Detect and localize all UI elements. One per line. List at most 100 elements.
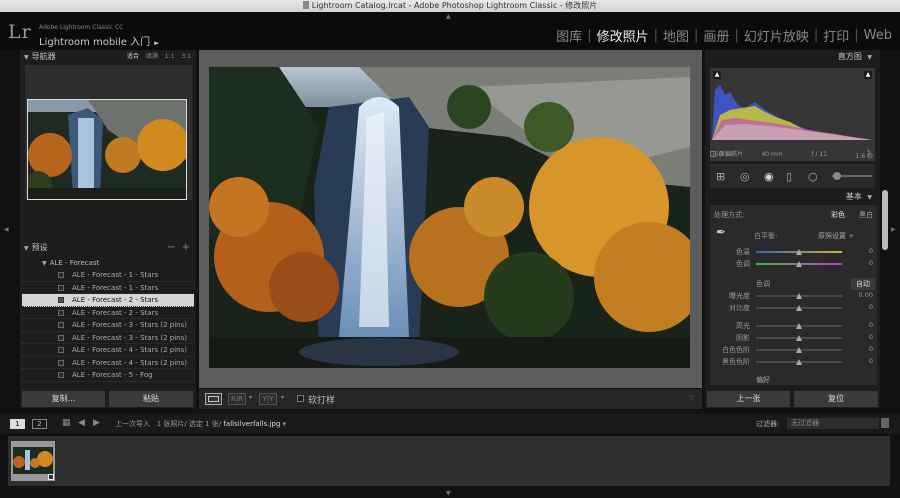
preset-item[interactable]: ALE - Forecast - 1 - Stars — [22, 282, 194, 294]
white-balance-eyedropper-icon[interactable]: ✒ — [716, 225, 726, 239]
basic-header[interactable]: 基本 ▼ — [705, 190, 875, 204]
whites-value[interactable]: 0 — [853, 345, 873, 353]
preset-label: ALE - Forecast - 4 - Stars (2 pins) — [72, 346, 187, 354]
navigator-thumbnail[interactable] — [27, 99, 187, 200]
navigator-preview[interactable] — [25, 65, 192, 200]
highlights-slider-knob[interactable] — [796, 323, 802, 329]
preset-item[interactable]: ALE - Forecast - 5 - Fog — [22, 369, 194, 382]
zoom-fit[interactable]: 适合 — [127, 53, 139, 60]
radial-filter-icon[interactable]: ○ — [808, 170, 818, 183]
preset-item[interactable]: ALE - Forecast - 4 - Stars (2 pins) — [22, 344, 194, 357]
module-slideshow[interactable]: 幻灯片放映 — [744, 26, 809, 45]
spot-removal-icon[interactable]: ◎ — [740, 170, 750, 183]
highlight-clipping-icon[interactable]: ▲ — [864, 71, 872, 79]
before-after-button[interactable]: R|R — [228, 393, 246, 405]
collapse-triangle-icon: ▼ — [24, 54, 29, 61]
whites-slider-knob[interactable] — [796, 347, 802, 353]
shadows-value[interactable]: 0 — [853, 333, 873, 341]
image-canvas[interactable] — [199, 50, 702, 388]
main-window-button[interactable]: 1 — [10, 419, 25, 429]
preset-item[interactable]: ALE - Forecast - 4 - Stars (2 pins) — [22, 357, 194, 369]
filmstrip — [8, 436, 890, 486]
tint-value[interactable]: 0 — [853, 259, 873, 267]
preset-item[interactable]: ALE - Forecast - 3 - Stars (2 pins) — [22, 332, 194, 344]
highlights-value[interactable]: 0 — [853, 321, 873, 329]
back-arrow-icon[interactable]: ◀ — [78, 418, 85, 428]
white-balance-select[interactable]: 原照设置 ÷ — [818, 231, 854, 241]
preset-icon — [58, 359, 64, 366]
loupe-view-button[interactable] — [205, 393, 222, 405]
exposure-value[interactable]: 0.00 — [853, 291, 873, 299]
collapse-bottom-arrow-icon[interactable]: ▼ — [446, 490, 451, 497]
preset-item[interactable]: ALE - Forecast - 2 - Stars — [22, 307, 194, 319]
filmstrip-source[interactable]: 上一次导入 1 张照片/ 选定 1 张/ fallsilverfalls.jpg… — [115, 419, 286, 429]
exposure-slider-knob[interactable] — [796, 293, 802, 299]
forward-arrow-icon[interactable]: ▶ — [93, 418, 100, 428]
presence-label: 偏好 — [756, 376, 770, 384]
preset-folder[interactable]: ▼ ALE - Forecast — [22, 257, 194, 269]
tint-slider-knob[interactable] — [796, 261, 802, 267]
blacks-value[interactable]: 0 — [853, 357, 873, 365]
presets-header[interactable]: ▼ 预设 − + — [20, 241, 196, 255]
main-photo[interactable] — [209, 67, 690, 368]
module-develop[interactable]: 修改照片 — [597, 26, 649, 45]
before-after-swap-button[interactable]: Y|Y — [259, 393, 277, 405]
brand-identity-plate[interactable]: Lightroom mobile 入门 ► — [39, 33, 160, 48]
collapse-right-arrow-icon[interactable]: ▶ — [891, 226, 896, 233]
exposure-label: 曝光度 — [729, 292, 750, 300]
histogram[interactable]: ▲ ▲ ISO 50 40 mm f / 11 1.6 秒 — [710, 68, 875, 161]
zoom-1-1[interactable]: 1:1 — [165, 53, 175, 60]
previous-button[interactable]: 上一张 — [707, 391, 790, 407]
paste-button[interactable]: 粘贴 — [109, 391, 193, 407]
module-print[interactable]: 打印 — [823, 26, 849, 45]
reset-button[interactable]: 复位 — [794, 391, 878, 407]
soft-proof-checkbox[interactable] — [297, 395, 304, 402]
module-library[interactable]: 图库 — [556, 26, 582, 45]
preset-item[interactable]: ALE - Forecast - 3 - Stars (2 pins) — [22, 319, 194, 332]
preset-item-selected[interactable]: ALE - Forecast - 2 - Stars — [22, 294, 194, 307]
navigator-header[interactable]: ▼ 导航器 适合 填满 1:1 3:1 — [24, 50, 194, 64]
shadow-clipping-icon[interactable]: ▲ — [713, 71, 721, 79]
tint-label: 色调 — [736, 260, 750, 268]
secondary-window-button[interactable]: 2 — [32, 419, 47, 429]
basic-title: 基本 — [845, 192, 862, 201]
contrast-slider-knob[interactable] — [796, 305, 802, 311]
crop-overlay-icon[interactable]: ⊞ — [716, 170, 725, 183]
adjustment-brush-icon[interactable] — [833, 172, 841, 180]
treatment-color-option[interactable]: 彩色 — [831, 210, 845, 220]
swap-dropdown-icon[interactable]: ▾ — [281, 394, 284, 401]
red-eye-icon[interactable]: ◉ — [764, 170, 774, 183]
preset-item[interactable]: ALE - Forecast - 1 - Stars — [22, 269, 194, 282]
grid-view-icon[interactable]: ▦ — [62, 418, 71, 428]
collapse-top-arrow-icon[interactable]: ▲ — [446, 13, 451, 20]
temp-value[interactable]: 0 — [853, 247, 873, 255]
blacks-slider-knob[interactable] — [796, 359, 802, 365]
soft-proof-label: 软打样 — [308, 396, 336, 406]
before-after-dropdown-icon[interactable]: ▾ — [249, 394, 252, 401]
waterfall-thumbnail-image — [28, 100, 186, 199]
module-map[interactable]: 地图 — [663, 26, 689, 45]
filename: fallsilverfalls.jpg — [223, 420, 281, 428]
zoom-3-1[interactable]: 3:1 — [181, 53, 191, 60]
shadows-slider-knob[interactable] — [796, 335, 802, 341]
treatment-bw-option[interactable]: 黑白 — [859, 210, 873, 220]
temp-slider-knob[interactable] — [796, 249, 802, 255]
add-preset-button[interactable]: + — [182, 242, 190, 253]
toolbar-menu-icon[interactable]: ▽ — [689, 394, 694, 402]
filter-lock-icon[interactable] — [881, 418, 889, 428]
remove-preset-button[interactable]: − — [167, 242, 175, 253]
filter-select[interactable]: 无过滤器 — [787, 418, 879, 429]
smart-preview-icon[interactable]: ϟ — [867, 149, 871, 156]
filmstrip-thumbnail[interactable] — [11, 441, 55, 481]
graduated-filter-icon[interactable]: ▯ — [786, 170, 792, 183]
contrast-value[interactable]: 0 — [853, 303, 873, 311]
zoom-fill[interactable]: 填满 — [146, 53, 158, 60]
module-web[interactable]: Web — [864, 28, 892, 43]
right-panel-scrollbar[interactable] — [882, 190, 888, 250]
auto-tone-button[interactable]: 自动 — [851, 278, 875, 290]
copy-button[interactable]: 复制... — [22, 391, 105, 407]
histogram-header[interactable]: 直方图 ▼ — [705, 50, 875, 64]
module-book[interactable]: 画册 — [703, 26, 729, 45]
loupe-icon — [208, 396, 219, 402]
collapse-left-arrow-icon[interactable]: ◀ — [4, 226, 9, 233]
